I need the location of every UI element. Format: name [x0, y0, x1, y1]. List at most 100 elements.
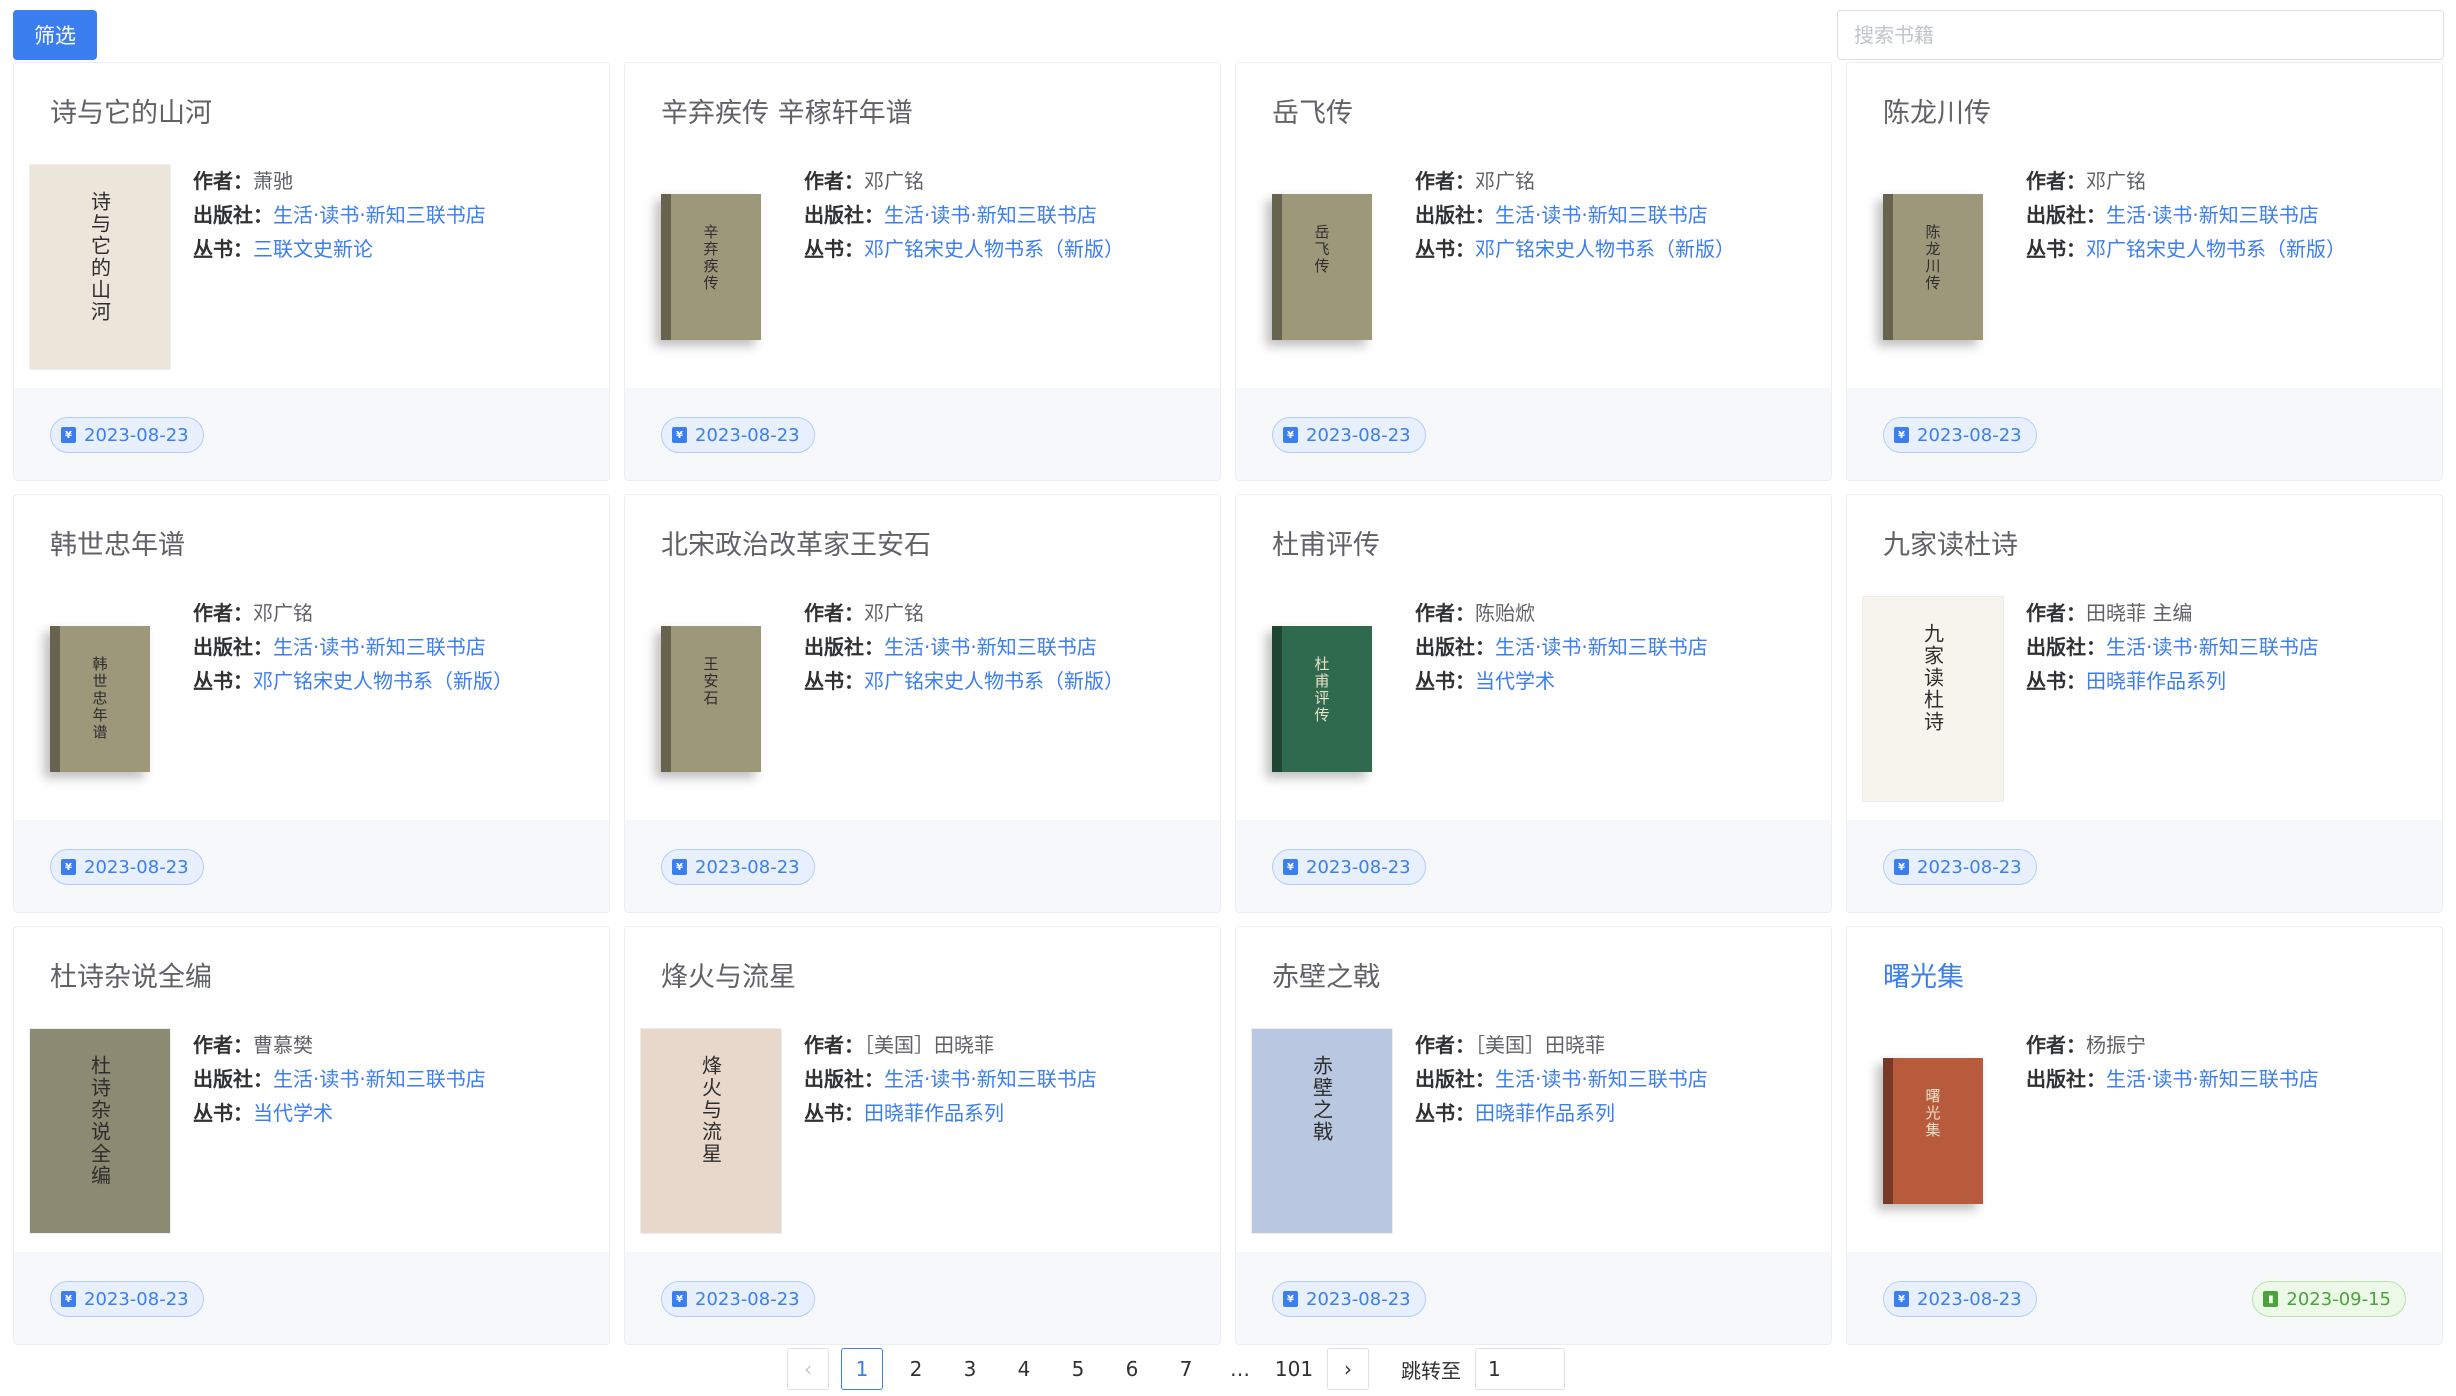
book-title[interactable]: 曙光集: [1883, 955, 1964, 994]
book-cover[interactable]: 辛弃疾传: [640, 164, 782, 370]
book-cover[interactable]: 陈龙川传: [1862, 164, 2004, 370]
book-meta: 作者：萧驰 出版社：生活·读书·新知三联书店 丛书：三联文史新论: [193, 164, 486, 266]
page-101[interactable]: 101: [1273, 1348, 1315, 1390]
book-grid: 诗与它的山河 诗与它的山河 作者：萧驰 出版社：生活·读书·新知三联书店 丛书：三联文史…: [13, 62, 2444, 1345]
book-cover[interactable]: 韩世忠年谱: [29, 596, 171, 802]
cover-spine: [661, 194, 671, 340]
book-cover[interactable]: 烽火与流星: [640, 1028, 782, 1234]
series-row: 丛书：邓广铭宋史人物书系（新版）: [193, 664, 513, 698]
series-link[interactable]: 田晓菲作品系列: [2086, 669, 2226, 693]
date-text: 2023-08-23: [695, 1288, 800, 1310]
book-cover[interactable]: 杜诗杂说全编: [29, 1028, 171, 1234]
series-link[interactable]: 当代学术: [1475, 669, 1555, 693]
series-link[interactable]: 邓广铭宋史人物书系（新版）: [864, 237, 1124, 261]
calendar-icon: ¥: [672, 1291, 687, 1307]
book-card[interactable]: 诗与它的山河 诗与它的山河 作者：萧驰 出版社：生活·读书·新知三联书店 丛书：三联文史…: [13, 62, 610, 481]
book-card[interactable]: 陈龙川传 陈龙川传 作者：邓广铭 出版社：生活·读书·新知三联书店 丛书：邓广铭宋史人物…: [1846, 62, 2443, 481]
publisher-label: 出版社：: [193, 635, 273, 659]
publisher-link[interactable]: 生活·读书·新知三联书店: [2106, 635, 2319, 659]
series-link[interactable]: 邓广铭宋史人物书系（新版）: [1475, 237, 1735, 261]
book-cover[interactable]: 岳飞传: [1251, 164, 1393, 370]
series-link[interactable]: 田晓菲作品系列: [1475, 1101, 1615, 1125]
page-4[interactable]: 4: [1003, 1348, 1045, 1390]
series-link[interactable]: 邓广铭宋史人物书系（新版）: [2086, 237, 2346, 261]
book-title[interactable]: 韩世忠年谱: [50, 523, 185, 562]
author-label: 作者：: [193, 601, 253, 625]
book-card[interactable]: 赤壁之戟 赤壁之戟 作者：［美国］田晓菲 出版社：生活·读书·新知三联书店 丛书：田晓菲…: [1235, 926, 1832, 1345]
book-title[interactable]: 杜甫评传: [1272, 523, 1380, 562]
publisher-link[interactable]: 生活·读书·新知三联书店: [273, 1067, 486, 1091]
book-card[interactable]: 九家读杜诗 九家读杜诗 作者：田晓菲 主编 出版社：生活·读书·新知三联书店 丛书：田晓…: [1846, 494, 2443, 913]
series-row: 丛书：田晓菲作品系列: [804, 1096, 1097, 1130]
search-input[interactable]: [1854, 23, 2443, 47]
book-title[interactable]: 烽火与流星: [661, 955, 796, 994]
date-text: 2023-08-23: [1917, 856, 2022, 878]
publisher-row: 出版社：生活·读书·新知三联书店: [804, 1062, 1097, 1096]
book-title[interactable]: 北宋政治改革家王安石: [661, 523, 931, 562]
page-5[interactable]: 5: [1057, 1348, 1099, 1390]
publisher-link[interactable]: 生活·读书·新知三联书店: [884, 1067, 1097, 1091]
date-text: 2023-08-23: [1306, 1288, 1411, 1310]
book-title[interactable]: 诗与它的山河: [50, 91, 212, 130]
book-title[interactable]: 陈龙川传: [1883, 91, 1991, 130]
page-7[interactable]: 7: [1165, 1348, 1207, 1390]
author-row: 作者：邓广铭: [804, 596, 1124, 630]
author-value: 杨振宁: [2086, 1033, 2146, 1057]
publisher-row: 出版社：生活·读书·新知三联书店: [193, 630, 513, 664]
book-card[interactable]: 杜诗杂说全编 杜诗杂说全编 作者：曹慕樊 出版社：生活·读书·新知三联书店 丛书：当代学…: [13, 926, 610, 1345]
cover-image: 韩世忠年谱: [50, 626, 150, 772]
book-cover[interactable]: 王安石: [640, 596, 782, 802]
book-card[interactable]: 北宋政治改革家王安石 王安石 作者：邓广铭 出版社：生活·读书·新知三联书店 丛书：邓广…: [624, 494, 1221, 913]
publisher-link[interactable]: 生活·读书·新知三联书店: [884, 203, 1097, 227]
book-title[interactable]: 杜诗杂说全编: [50, 955, 212, 994]
series-label: 丛书：: [1415, 1101, 1475, 1125]
series-link[interactable]: 邓广铭宋史人物书系（新版）: [864, 669, 1124, 693]
date-tag: ¥2023-08-23: [661, 849, 815, 885]
publisher-row: 出版社：生活·读书·新知三联书店: [2026, 630, 2319, 664]
series-link[interactable]: 三联文史新论: [253, 237, 373, 261]
publisher-link[interactable]: 生活·读书·新知三联书店: [273, 203, 486, 227]
publisher-link[interactable]: 生活·读书·新知三联书店: [884, 635, 1097, 659]
series-link[interactable]: 当代学术: [253, 1101, 333, 1125]
publisher-link[interactable]: 生活·读书·新知三联书店: [1495, 1067, 1708, 1091]
book-card[interactable]: 岳飞传 岳飞传 作者：邓广铭 出版社：生活·读书·新知三联书店 丛书：邓广铭宋史人物书系…: [1235, 62, 1832, 481]
jump-input[interactable]: 1: [1475, 1348, 1565, 1390]
book-title[interactable]: 赤壁之戟: [1272, 955, 1380, 994]
search-box[interactable]: [1837, 10, 2444, 60]
author-value: 田晓菲 主编: [2086, 601, 2193, 625]
page-2[interactable]: 2: [895, 1348, 937, 1390]
book-card[interactable]: 韩世忠年谱 韩世忠年谱 作者：邓广铭 出版社：生活·读书·新知三联书店 丛书：邓广铭宋史…: [13, 494, 610, 913]
date-tag: ¥2023-08-23: [661, 417, 815, 453]
page-1[interactable]: 1: [841, 1348, 883, 1390]
book-card[interactable]: 杜甫评传 杜甫评传 作者：陈贻焮 出版社：生活·读书·新知三联书店 丛书：当代学术 ¥20…: [1235, 494, 1832, 913]
book-cover[interactable]: 杜甫评传: [1251, 596, 1393, 802]
book-title[interactable]: 岳飞传: [1272, 91, 1353, 130]
book-cover[interactable]: 曙光集: [1862, 1028, 2004, 1234]
author-label: 作者：: [804, 1033, 864, 1057]
publisher-link[interactable]: 生活·读书·新知三联书店: [2106, 203, 2319, 227]
publisher-link[interactable]: 生活·读书·新知三联书店: [2106, 1067, 2319, 1091]
book-title[interactable]: 九家读杜诗: [1883, 523, 2018, 562]
date-text: 2023-08-23: [695, 424, 800, 446]
filter-button[interactable]: 筛选: [13, 10, 97, 60]
book-card[interactable]: 曙光集 曙光集 作者：杨振宁 出版社：生活·读书·新知三联书店 ¥2023-08-23 ▮…: [1846, 926, 2443, 1345]
book-cover[interactable]: 九家读杜诗: [1862, 596, 2004, 802]
next-page-button[interactable]: ›: [1327, 1348, 1369, 1390]
prev-page-button[interactable]: ‹: [787, 1348, 829, 1390]
publisher-link[interactable]: 生活·读书·新知三联书店: [1495, 203, 1708, 227]
page-6[interactable]: 6: [1111, 1348, 1153, 1390]
book-meta: 作者：曹慕樊 出版社：生活·读书·新知三联书店 丛书：当代学术: [193, 1028, 486, 1130]
author-value: ［美国］田晓菲: [1475, 1033, 1605, 1057]
book-title[interactable]: 辛弃疾传 辛稼轩年谱: [661, 91, 913, 130]
series-link[interactable]: 邓广铭宋史人物书系（新版）: [253, 669, 513, 693]
book-card[interactable]: 烽火与流星 烽火与流星 作者：［美国］田晓菲 出版社：生活·读书·新知三联书店 丛书：田…: [624, 926, 1221, 1345]
book-card[interactable]: 辛弃疾传 辛稼轩年谱 辛弃疾传 作者：邓广铭 出版社：生活·读书·新知三联书店 丛书：邓…: [624, 62, 1221, 481]
card-footer: ¥2023-08-23: [625, 1252, 1220, 1344]
book-cover[interactable]: 诗与它的山河: [29, 164, 171, 370]
series-link[interactable]: 田晓菲作品系列: [864, 1101, 1004, 1125]
publisher-label: 出版社：: [1415, 1067, 1495, 1091]
book-cover[interactable]: 赤壁之戟: [1251, 1028, 1393, 1234]
page-3[interactable]: 3: [949, 1348, 991, 1390]
publisher-link[interactable]: 生活·读书·新知三联书店: [273, 635, 486, 659]
publisher-link[interactable]: 生活·读书·新知三联书店: [1495, 635, 1708, 659]
